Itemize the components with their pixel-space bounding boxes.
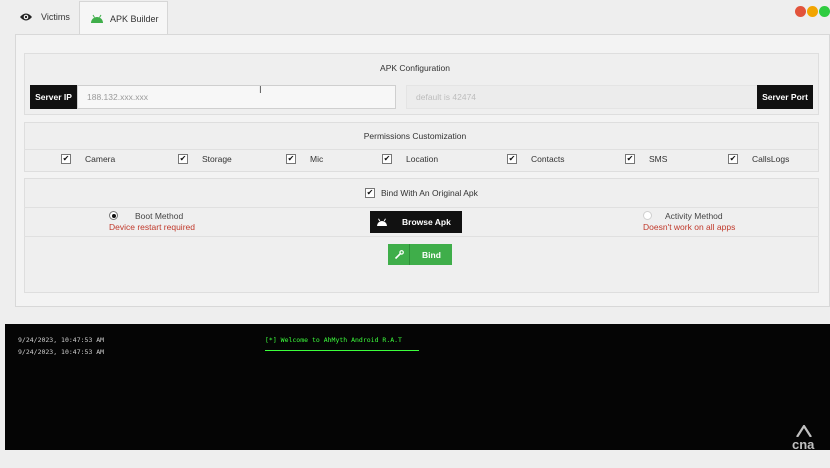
perm-callslogs-label: CallsLogs bbox=[752, 154, 790, 164]
tab-apk-builder-label: APK Builder bbox=[110, 13, 159, 24]
perm-callslogs[interactable]: ✔ CallsLogs bbox=[728, 154, 789, 164]
perm-mic[interactable]: ✔ Mic bbox=[286, 154, 323, 164]
checkbox-location[interactable]: ✔ bbox=[382, 154, 392, 164]
bind-original-apk[interactable]: ✔ Bind With An Original Apk bbox=[365, 188, 478, 198]
perm-sms[interactable]: ✔ SMS bbox=[625, 154, 667, 164]
perm-storage[interactable]: ✔ Storage bbox=[178, 154, 232, 164]
bind-button[interactable]: Bind bbox=[388, 244, 452, 265]
log-timestamp: 9/24/2023, 10:47:53 AM bbox=[18, 348, 105, 356]
cna-watermark: cna bbox=[792, 425, 814, 451]
apk-config-title: APK Configuration bbox=[380, 63, 450, 73]
checkbox-camera[interactable]: ✔ bbox=[61, 154, 71, 164]
text-cursor-icon: I bbox=[259, 85, 262, 96]
activity-method-note: Doesn't work on all apps bbox=[643, 222, 736, 232]
perm-location[interactable]: ✔ Location bbox=[382, 154, 438, 164]
perm-mic-label: Mic bbox=[310, 154, 324, 164]
checkbox-sms[interactable]: ✔ bbox=[625, 154, 635, 164]
boot-method-note: Device restart required bbox=[109, 222, 195, 232]
welcome-message: [*] Welcome to AhMyth Android R.A.T bbox=[265, 336, 402, 344]
android-icon bbox=[90, 14, 104, 23]
maximize-dot[interactable] bbox=[819, 6, 830, 17]
checkbox-callslogs[interactable]: ✔ bbox=[728, 154, 738, 164]
minimize-dot[interactable] bbox=[807, 6, 818, 17]
checkbox-storage[interactable]: ✔ bbox=[178, 154, 188, 164]
window-controls bbox=[795, 6, 830, 17]
radio-boot-method[interactable] bbox=[109, 211, 118, 220]
tab-apk-builder[interactable]: APK Builder bbox=[79, 1, 168, 35]
close-dot[interactable] bbox=[795, 6, 806, 17]
log-console: 9/24/2023, 10:47:53 AM 9/24/2023, 10:47:… bbox=[5, 324, 830, 450]
server-port-label: Server Port bbox=[757, 85, 813, 109]
perm-sms-label: SMS bbox=[649, 154, 668, 164]
log-timestamp: 9/24/2023, 10:47:53 AM bbox=[18, 336, 105, 344]
eye-icon bbox=[19, 12, 33, 22]
tab-victims[interactable]: Victims bbox=[10, 0, 76, 34]
perm-contacts[interactable]: ✔ Contacts bbox=[507, 154, 565, 164]
browse-apk-label: Browse Apk bbox=[402, 217, 451, 227]
bind-button-label: Bind bbox=[422, 249, 441, 260]
watermark-text: cna bbox=[792, 437, 815, 452]
browse-apk-button[interactable]: Browse Apk bbox=[370, 211, 462, 233]
perm-camera-label: Camera bbox=[85, 154, 116, 164]
server-ip-input[interactable]: 188.132.xxx.xxx bbox=[77, 85, 396, 109]
checkbox-bind-original-apk[interactable]: ✔ bbox=[365, 188, 375, 198]
wrench-icon bbox=[388, 244, 410, 265]
server-ip-label: Server IP bbox=[30, 85, 77, 109]
perm-location-label: Location bbox=[406, 154, 439, 164]
welcome-underline bbox=[265, 350, 419, 351]
perm-camera[interactable]: ✔ Camera bbox=[61, 154, 115, 164]
checkbox-mic[interactable]: ✔ bbox=[286, 154, 296, 164]
bind-original-apk-label: Bind With An Original Apk bbox=[381, 188, 478, 198]
boot-method-label: Boot Method bbox=[135, 211, 184, 221]
android-icon bbox=[376, 218, 388, 226]
tab-victims-label: Victims bbox=[41, 12, 70, 22]
perm-storage-label: Storage bbox=[202, 154, 232, 164]
checkbox-contacts[interactable]: ✔ bbox=[507, 154, 517, 164]
perm-contacts-label: Contacts bbox=[531, 154, 565, 164]
activity-method-label: Activity Method bbox=[665, 211, 723, 221]
tab-bar: Victims APK Builder bbox=[0, 0, 830, 35]
permissions-title: Permissions Customization bbox=[363, 131, 467, 141]
radio-activity-method[interactable] bbox=[643, 211, 652, 220]
server-port-input[interactable]: default is 42474 bbox=[406, 85, 758, 109]
